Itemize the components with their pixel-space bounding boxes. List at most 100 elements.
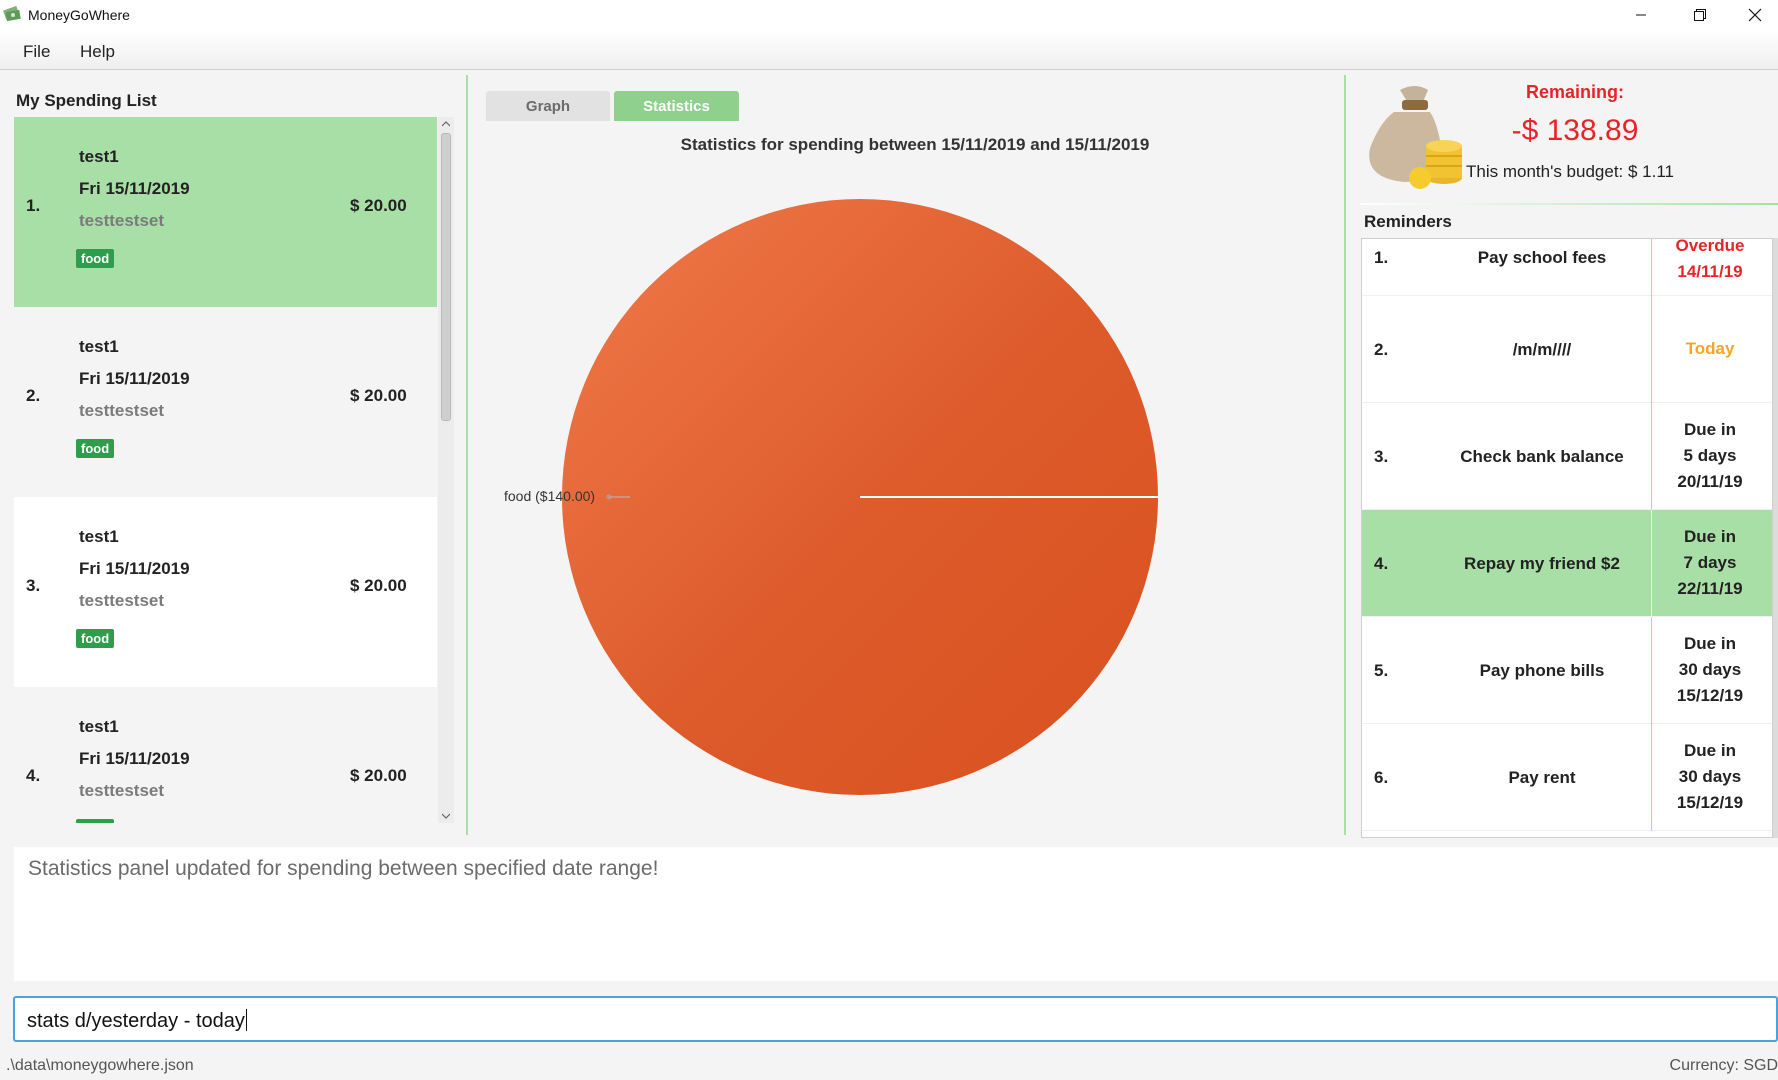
restore-icon (1694, 9, 1706, 21)
command-input[interactable]: stats d/yesterday - today (13, 996, 1778, 1042)
reminder-due-line: Overdue (1675, 238, 1745, 255)
spending-remark: testtestset (79, 781, 165, 800)
spending-list-item[interactable]: 3. test1 Fri 15/11/2019 testtestset food… (14, 497, 437, 687)
spending-remark: testtestset (79, 401, 165, 420)
spending-name: test1 (79, 337, 119, 356)
minimize-icon (1636, 14, 1646, 16)
budget-divider (1360, 203, 1778, 205)
spending-list-title: My Spending List (16, 91, 157, 110)
monthly-budget: This month's budget: $ 1.11 (1466, 162, 1675, 181)
reminder-due-line: 7 days (1683, 553, 1737, 572)
spending-index: 2. (26, 386, 41, 405)
reminder-due: Due in 30 days 15/12/19 (1652, 631, 1768, 709)
reminder-title: /m/m//// (1512, 340, 1572, 359)
reminder-due: Due in 5 days 20/11/19 (1652, 417, 1768, 495)
spending-cost: $ 20.00 (350, 766, 407, 785)
reminder-title: Pay phone bills (1479, 661, 1605, 680)
spending-list-item[interactable]: 1. test1 Fri 15/11/2019 testtestset food… (14, 117, 437, 307)
reminder-item[interactable]: 2. /m/m//// Today (1362, 296, 1772, 403)
reminders-title: Reminders (1364, 212, 1452, 231)
spending-date: Fri 15/11/2019 (79, 559, 190, 578)
panel-divider (1344, 75, 1346, 835)
reminder-due-line: Due in (1684, 420, 1736, 439)
restore-button[interactable] (1677, 0, 1723, 30)
reminder-due: Overdue 14/11/19 (1652, 238, 1768, 285)
menu-bar: File Help (0, 30, 1778, 70)
title-bar: MoneyGoWhere (0, 0, 1778, 30)
menu-file[interactable]: File (23, 42, 50, 62)
spending-list-item[interactable]: 2. test1 Fri 15/11/2019 testtestset food… (14, 307, 437, 497)
statistics-title: Statistics for spending between 15/11/20… (680, 135, 1150, 154)
save-file-path: .\data\moneygowhere.json (6, 1057, 194, 1074)
command-text[interactable]: stats d/yesterday - today (27, 1009, 247, 1033)
spending-tag: food (76, 439, 115, 458)
spending-name: test1 (79, 147, 119, 166)
spending-remark: testtestset (79, 211, 165, 230)
command-value: stats d/yesterday - today (27, 1010, 245, 1032)
spending-name: test1 (79, 717, 119, 736)
app-logo-icon (3, 5, 21, 22)
result-message: Statistics panel updated for spending be… (28, 857, 659, 880)
reminder-due-line: Today (1685, 339, 1735, 358)
close-window-button[interactable] (1732, 0, 1778, 30)
reminder-due: Due in 7 days 22/11/19 (1652, 524, 1768, 602)
scrollbar-thumb[interactable] (441, 133, 451, 421)
reminder-title: Check bank balance (1460, 447, 1624, 466)
reminder-due-line: 14/11/19 (1677, 262, 1743, 281)
spending-list-scrollbar[interactable] (438, 117, 454, 823)
reminder-due-line: 20/11/19 (1677, 472, 1743, 491)
reminder-item[interactable]: 6. Pay rent Due in 30 days 15/12/19 (1362, 724, 1772, 831)
reminder-index: 6. (1374, 768, 1389, 787)
spending-cost: $ 20.00 (350, 576, 407, 595)
status-bar: .\data\moneygowhere.json Currency: SGD (0, 1049, 1778, 1080)
reminder-list-scrollbar[interactable] (1773, 238, 1778, 838)
reminder-due-line: Due in (1684, 634, 1736, 653)
reminder-due-line: 15/12/19 (1676, 793, 1744, 812)
reminder-index: 5. (1374, 661, 1389, 680)
scroll-down-icon[interactable] (442, 812, 450, 820)
spending-tag: food (76, 819, 115, 823)
minimize-button[interactable] (1618, 0, 1664, 30)
reminder-index: 2. (1374, 340, 1389, 359)
tab-statistics[interactable]: Statistics (614, 91, 739, 121)
menu-help[interactable]: Help (80, 42, 115, 62)
reminder-item[interactable]: 1. Pay school fees Overdue 14/11/19 (1362, 238, 1772, 296)
reminder-due-line: Due in (1684, 527, 1736, 546)
tab-graph[interactable]: Graph (486, 91, 610, 121)
spending-list[interactable]: 1. test1 Fri 15/11/2019 testtestset food… (14, 117, 437, 823)
reminder-item[interactable]: 3. Check bank balance Due in 5 days 20/1… (1362, 403, 1772, 510)
spending-index: 4. (26, 766, 41, 785)
spending-date: Fri 15/11/2019 (79, 749, 190, 768)
close-icon (1748, 8, 1762, 22)
reminder-list[interactable]: 1. Pay school fees Overdue 14/11/19 2. /… (1361, 238, 1773, 838)
reminder-item[interactable]: 4. Repay my friend $2 Due in 7 days 22/1… (1362, 510, 1772, 617)
reminder-index: 3. (1374, 447, 1389, 466)
spending-cost: $ 20.00 (350, 196, 407, 215)
pie-slice-label: food ($140.00) (504, 488, 596, 504)
window-title: MoneyGoWhere (28, 7, 130, 23)
spending-cost: $ 20.00 (350, 386, 407, 405)
reminder-due: Today (1652, 336, 1768, 362)
spending-date: Fri 15/11/2019 (79, 369, 190, 388)
reminder-title: Pay school fees (1477, 248, 1607, 267)
spending-name: test1 (79, 527, 119, 546)
spending-index: 1. (26, 196, 41, 215)
reminder-title: Repay my friend $2 (1464, 554, 1620, 573)
spending-index: 3. (26, 576, 41, 595)
remaining-amount: -$ 138.89 (1511, 114, 1639, 147)
spending-list-item[interactable]: 4. test1 Fri 15/11/2019 testtestset food… (14, 687, 437, 823)
reminder-due-line: 30 days (1678, 660, 1742, 679)
reminder-due-line: 5 days (1683, 446, 1737, 465)
remaining-label: Remaining: (1525, 82, 1624, 102)
text-caret (245, 1009, 247, 1031)
scroll-up-icon[interactable] (442, 120, 450, 128)
currency-indicator: Currency: SGD (1669, 1057, 1778, 1074)
result-display: Statistics panel updated for spending be… (14, 847, 1778, 981)
reminder-due: Due in 30 days 15/12/19 (1652, 738, 1768, 816)
spending-date: Fri 15/11/2019 (79, 179, 190, 198)
reminder-item[interactable]: 5. Pay phone bills Due in 30 days 15/12/… (1362, 617, 1772, 724)
reminder-index: 4. (1374, 554, 1389, 573)
reminder-due-line: Due in (1684, 741, 1736, 760)
spending-tag: food (76, 249, 115, 268)
reminder-due-line: 15/12/19 (1676, 686, 1744, 705)
